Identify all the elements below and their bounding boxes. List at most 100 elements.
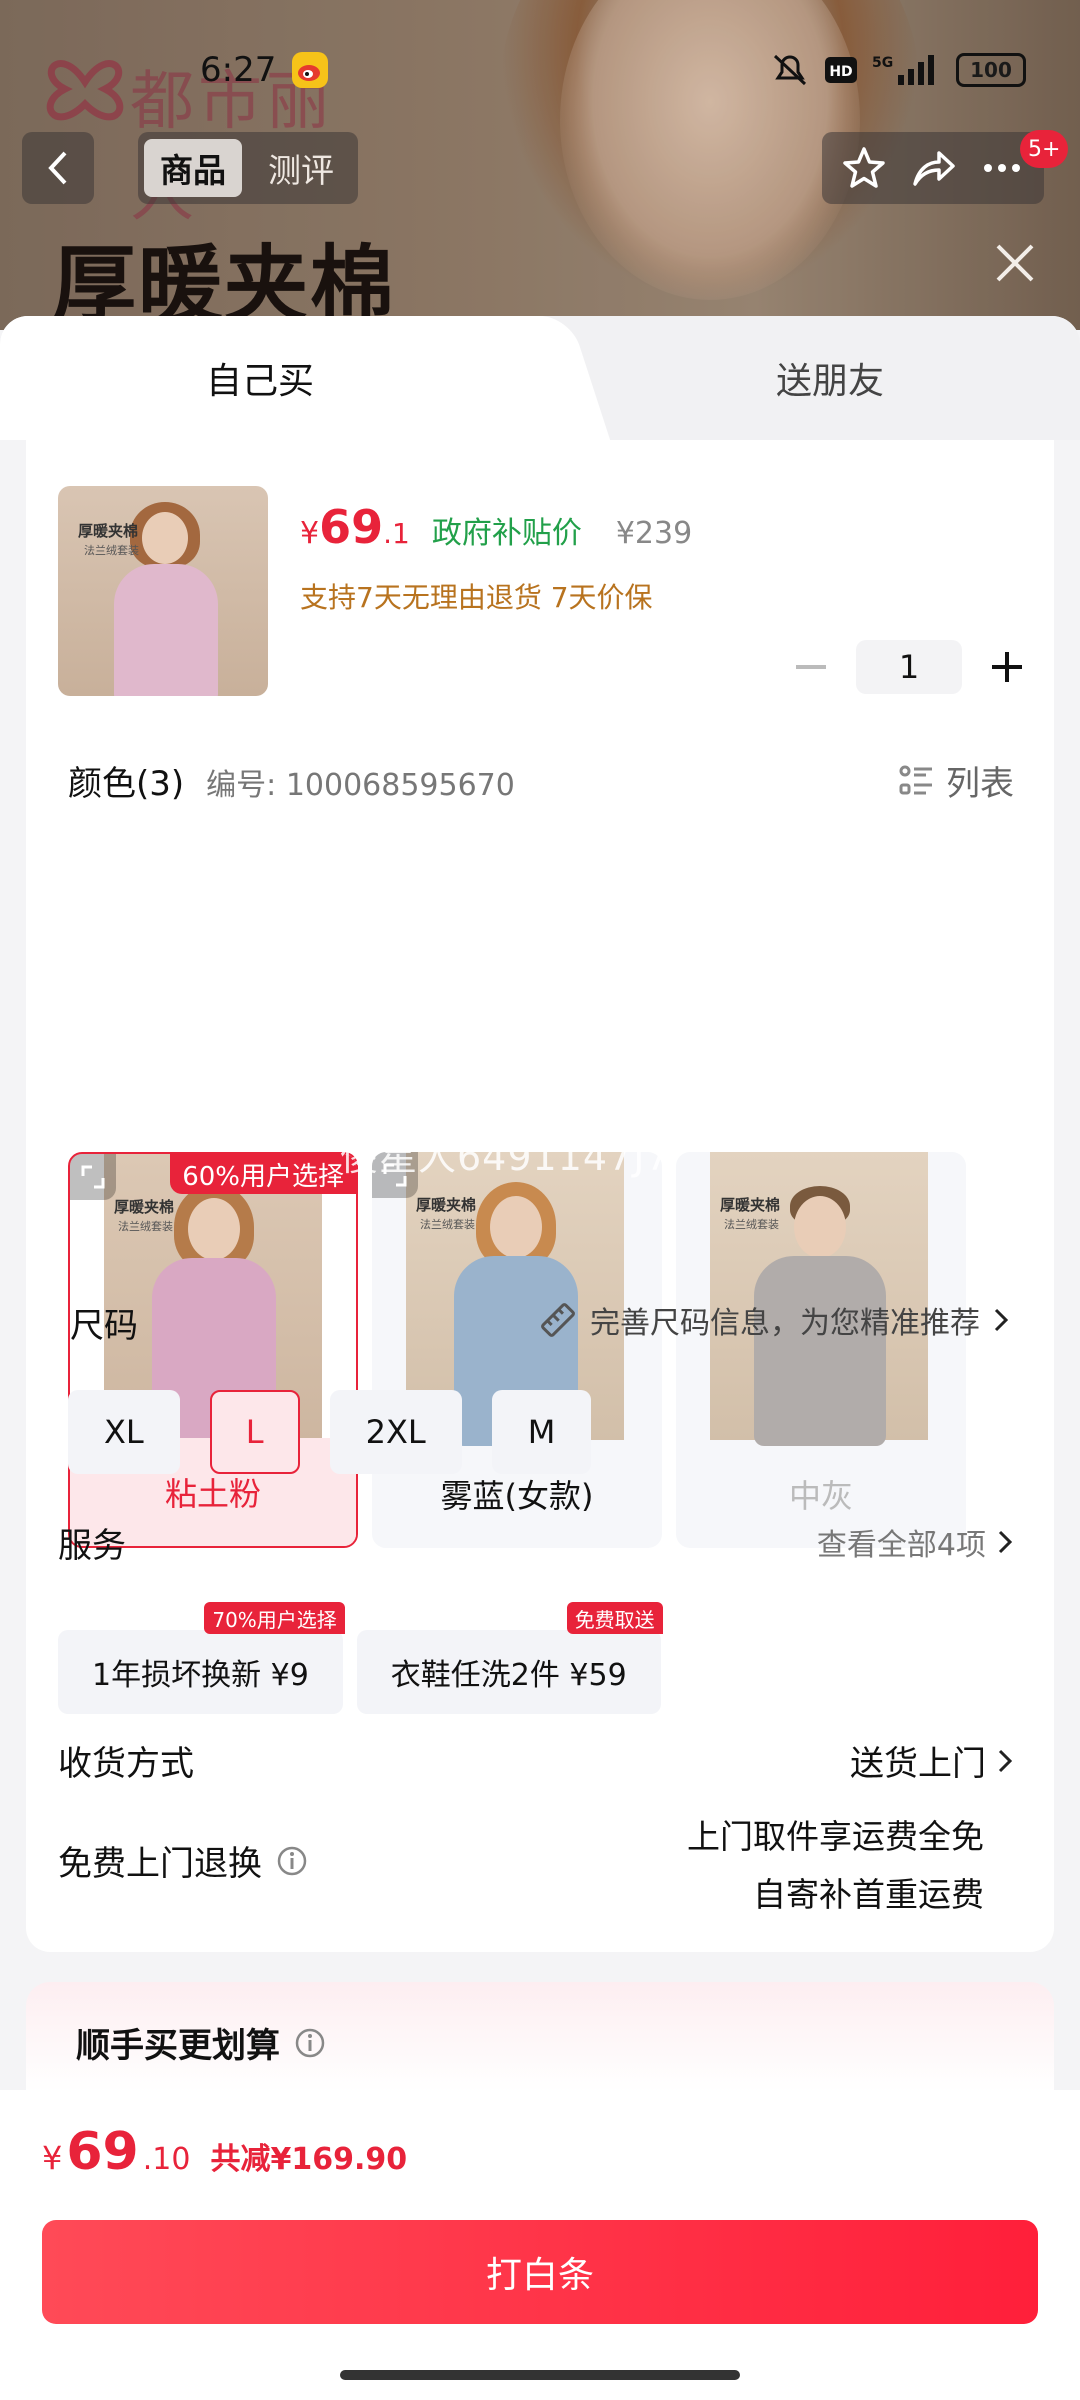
zoom-icon[interactable] [70, 1154, 116, 1200]
gray-img-sub: 法兰绒套装 [724, 1218, 779, 1231]
tab-review[interactable]: 测评 [252, 139, 350, 197]
ruler-icon [541, 1303, 575, 1337]
signal-5g-icon: 5G [872, 55, 934, 85]
total-price: ¥ 69 .10 共减¥169.90 [42, 2122, 407, 2182]
sku-card: 厚暖夹棉 法兰绒套装 ¥ 69 .1 政府补贴价 ¥239 支持7天无理由退货 … [26, 440, 1054, 1952]
thumb-model-face [142, 512, 188, 564]
list-label: 列表 [946, 764, 1014, 804]
hd-icon: HD [825, 57, 857, 83]
service-title: 服务 [58, 1526, 126, 1566]
svg-text:5G: 5G [872, 55, 893, 71]
total-symbol: ¥ [42, 2139, 63, 2177]
color-gray-image: 厚暖夹棉 法兰绒套装 [710, 1152, 928, 1446]
return-row: 免费上门退换 [58, 1836, 308, 1885]
tab-gift-friend[interactable]: 送朋友 [580, 316, 1080, 440]
baitiao-pay-button[interactable]: 打白条 [42, 2220, 1038, 2324]
close-icon[interactable] [990, 238, 1040, 288]
info-icon[interactable] [276, 1845, 308, 1877]
pink-model-face [188, 1198, 240, 1260]
gray-img-title: 厚暖夹棉 [720, 1196, 781, 1214]
chevron-left-icon [48, 151, 67, 185]
status-bar: 6:27 HD 5G 100 [0, 0, 1080, 140]
price-symbol: ¥ [300, 516, 320, 551]
price-block: ¥ 69 .1 [300, 500, 410, 554]
nav-actions [822, 132, 1044, 204]
shipping-method[interactable]: 送货上门 [850, 1736, 1014, 1785]
service-laundry[interactable]: 衣鞋任洗2件 ¥59 免费取送 [356, 1602, 663, 1714]
bundle-title: 顺手买更划算 [76, 2026, 280, 2066]
watermark: 傻星人6491147J7 [340, 1135, 671, 1179]
thumb-subtitle: 法兰绒套装 [84, 544, 139, 557]
color-header: 颜色(3) 编号: 100068595670 [68, 756, 515, 805]
service-label: 衣鞋任洗2件 ¥59 [390, 1658, 627, 1693]
color-option-pink[interactable]: 厚暖夹棉 法兰绒套装 60%用户选择 粘土粉 [68, 1152, 358, 1548]
price-decimal: .1 [383, 517, 410, 550]
color-option-blue[interactable]: 厚暖夹棉 法兰绒套装 雾蓝(女款) [372, 1152, 662, 1548]
chevron-right-icon [998, 1530, 1013, 1554]
checkout-bar: ¥ 69 .10 共减¥169.90 打白条 [0, 2090, 1080, 2400]
price-line: ¥ 69 .1 政府补贴价 ¥239 [300, 500, 692, 554]
service-badge: 免费取送 [566, 1602, 663, 1634]
subsidy-tag: 政府补贴价 [431, 516, 582, 551]
star-icon[interactable] [840, 144, 888, 192]
status-time: 6:27 [200, 50, 277, 90]
chevron-right-icon [998, 1749, 1013, 1772]
quantity-value[interactable]: 1 [856, 640, 962, 694]
list-icon [899, 765, 932, 794]
total-integer: 69 [66, 2122, 139, 2182]
total-saving: 共减¥169.90 [210, 2142, 408, 2177]
gray-pajama [754, 1256, 886, 1446]
size-l[interactable]: L [209, 1390, 300, 1474]
status-icons: HD 5G 100 [770, 52, 1026, 88]
info-icon[interactable] [294, 2027, 326, 2059]
more-icon[interactable] [978, 144, 1026, 192]
share-icon[interactable] [909, 144, 957, 192]
back-button[interactable] [22, 132, 94, 204]
pink-img-title: 厚暖夹棉 [114, 1198, 175, 1216]
shipping-title: 收货方式 [58, 1744, 194, 1784]
color-option-gray[interactable]: 厚暖夹棉 法兰绒套装 中灰 [676, 1152, 966, 1548]
size-title: 尺码 [70, 1306, 138, 1346]
service-badge: 70%用户选择 [204, 1602, 345, 1634]
battery-icon: 100 [956, 53, 1026, 87]
service-damage-replace[interactable]: 1年损坏换新 ¥9 70%用户选择 [58, 1602, 345, 1714]
gray-model-face [794, 1196, 846, 1258]
size-hint-text: 完善尺码信息，为您精准推荐 [590, 1306, 980, 1341]
popular-badge: 60%用户选择 [170, 1154, 356, 1194]
thumb-title: 厚暖夹棉 [78, 522, 139, 540]
minus-icon [796, 665, 826, 669]
original-price: ¥239 [615, 516, 693, 551]
size-options: XL L 2XL M [68, 1390, 592, 1474]
svg-text:HD: HD [829, 64, 852, 80]
color-title: 颜色(3) [68, 764, 185, 804]
service-label: 1年损坏换新 ¥9 [92, 1658, 309, 1693]
return-line-1: 上门取件享运费全免 [687, 1817, 984, 1856]
bundle-title-row: 顺手买更划算 [76, 2018, 326, 2067]
size-2xl[interactable]: 2XL [329, 1390, 462, 1474]
quantity-stepper: 1 [786, 640, 1032, 694]
service-options: 1年损坏换新 ¥9 70%用户选择 衣鞋任洗2件 ¥59 免费取送 [58, 1602, 663, 1714]
return-detail: 上门取件享运费全免 自寄补首重运费 [687, 1808, 984, 1924]
size-xl[interactable]: XL [68, 1390, 180, 1474]
view-all-services[interactable]: 查看全部4项 [817, 1520, 1014, 1564]
plus-icon [992, 652, 1022, 682]
weibo-icon [292, 52, 328, 88]
purchase-tabs: 送朋友 自己买 [0, 316, 1080, 440]
product-thumbnail[interactable]: 厚暖夹棉 法兰绒套装 [58, 486, 268, 696]
increase-button[interactable] [982, 642, 1032, 692]
total-decimal: .10 [142, 2142, 191, 2177]
size-recommend-link[interactable]: 完善尺码信息，为您精准推荐 [538, 1298, 1010, 1342]
mute-bell-icon [773, 54, 807, 86]
tab-product[interactable]: 商品 [144, 139, 242, 197]
shipping-value: 送货上门 [850, 1744, 986, 1784]
message-count-badge: 5+ [1020, 130, 1069, 168]
size-m[interactable]: M [491, 1390, 592, 1474]
pink-img-sub: 法兰绒套装 [118, 1220, 173, 1233]
price-integer: 69 [319, 500, 384, 554]
list-view-toggle[interactable]: 列表 [898, 756, 1014, 805]
decrease-button[interactable] [786, 642, 836, 692]
blue-img-sub: 法兰绒套装 [420, 1218, 475, 1231]
home-indicator[interactable] [340, 2370, 740, 2380]
tab-buy-self[interactable]: 自己买 [0, 316, 560, 440]
blue-img-title: 厚暖夹棉 [416, 1196, 477, 1214]
